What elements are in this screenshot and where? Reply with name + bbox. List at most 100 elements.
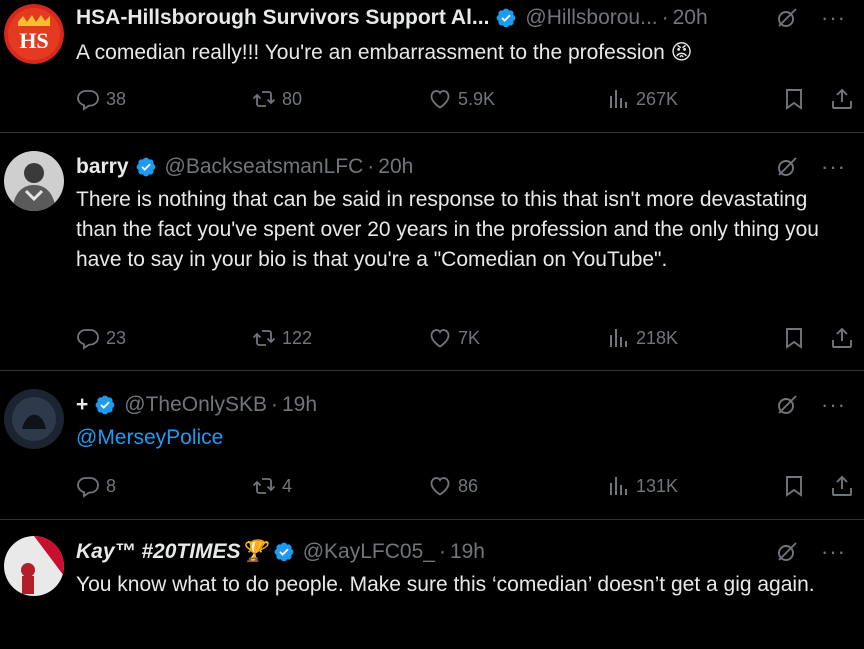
like-count: 5.9K [458, 88, 496, 109]
retweet-count: 80 [282, 88, 303, 109]
like-count: 86 [458, 475, 479, 496]
share-button[interactable] [830, 87, 860, 111]
tweet-header: HSA-Hillsborough Survivors Support Al...… [76, 0, 774, 36]
more-icon[interactable]: ··· [821, 394, 846, 416]
reply-count: 38 [106, 88, 127, 109]
reply-icon [76, 326, 100, 350]
like-icon [428, 474, 452, 498]
retweet-icon [252, 87, 276, 111]
retweet-count: 122 [282, 327, 313, 348]
reply-count: 8 [106, 475, 117, 496]
tweet-top-actions: ··· [775, 393, 846, 417]
views-count: 267K [636, 88, 679, 109]
bookmark-button[interactable] [782, 87, 812, 111]
author-name[interactable]: + [76, 393, 88, 417]
author-name[interactable]: HSA-Hillsborough Survivors Support Al... [76, 6, 489, 30]
tweet-top-actions: ··· [775, 540, 846, 564]
retweet-button[interactable]: 4 [252, 474, 292, 498]
share-button[interactable] [830, 326, 860, 350]
like-count: 7K [458, 327, 481, 348]
tweet-top-actions: ··· [775, 6, 846, 30]
like-button[interactable]: 5.9K [428, 87, 495, 111]
separator-dot: · [270, 393, 278, 416]
author-handle[interactable]: @TheOnlySKB [124, 393, 267, 417]
author-name[interactable]: barry [76, 155, 129, 179]
tweet-header: + @TheOnlySKB · 19h [76, 387, 774, 423]
more-icon[interactable]: ··· [821, 156, 846, 178]
bookmark-button[interactable] [782, 326, 812, 350]
reply-button[interactable]: 8 [76, 474, 116, 498]
tweet-4[interactable]: Kay™ #20TIMES🏆 @KayLFC05_ · 19h ··· You … [0, 520, 864, 649]
separator-dot: · [438, 540, 446, 563]
action-bar: 38 80 5.9K 267K [76, 84, 864, 114]
verified-badge-icon [94, 394, 116, 416]
grok-icon[interactable] [775, 6, 799, 30]
reply-count: 23 [106, 327, 127, 348]
author-handle[interactable]: @Hillsborou... [525, 6, 657, 30]
avatar[interactable] [4, 389, 64, 449]
share-icon [830, 326, 854, 350]
tweet-1[interactable]: HS HSA-Hillsborough Survivors Support Al… [0, 0, 864, 133]
avatar[interactable] [4, 151, 64, 211]
views-icon [606, 326, 630, 350]
bookmark-icon [782, 474, 806, 498]
avatar-photo-icon [4, 151, 64, 211]
verified-badge-icon [135, 156, 157, 178]
svg-text:HS: HS [19, 28, 48, 53]
tweet-2[interactable]: barry @BackseatsmanLFC · 20h ··· There i… [0, 133, 864, 371]
avatar[interactable] [4, 536, 64, 596]
author-handle[interactable]: @BackseatsmanLFC [165, 155, 364, 179]
grok-icon[interactable] [775, 155, 799, 179]
views-button[interactable]: 131K [606, 474, 678, 498]
bookmark-icon [782, 87, 806, 111]
timestamp[interactable]: 19h [282, 393, 317, 417]
reply-icon [76, 474, 100, 498]
share-icon [830, 87, 854, 111]
grok-icon[interactable] [775, 393, 799, 417]
avatar-photo-icon [4, 536, 64, 596]
like-icon [428, 87, 452, 111]
retweet-button[interactable]: 80 [252, 87, 302, 111]
more-icon[interactable]: ··· [821, 541, 846, 563]
timestamp[interactable]: 20h [378, 155, 413, 179]
tweet-text: A comedian really!!! You're an embarrass… [76, 41, 693, 64]
views-button[interactable]: 218K [606, 326, 678, 350]
reply-button[interactable]: 23 [76, 326, 126, 350]
action-bar: 8 4 86 131K [76, 471, 864, 501]
bookmark-button[interactable] [782, 474, 812, 498]
retweet-count: 4 [282, 475, 293, 496]
author-handle[interactable]: @KayLFC05_ [303, 540, 435, 564]
tweet-text: You know what to do people. Make sure th… [76, 573, 815, 596]
grok-icon[interactable] [775, 540, 799, 564]
verified-badge-icon [273, 541, 295, 563]
avatar-photo-icon [4, 389, 64, 449]
like-button[interactable]: 86 [428, 474, 478, 498]
author-name[interactable]: Kay™ #20TIMES🏆 [76, 540, 267, 564]
retweet-button[interactable]: 122 [252, 326, 312, 350]
reply-button[interactable]: 38 [76, 87, 126, 111]
share-button[interactable] [830, 474, 860, 498]
verified-badge-icon [495, 7, 517, 29]
separator-dot: · [367, 155, 375, 178]
avatar[interactable]: HS [4, 4, 64, 64]
action-bar: 23 122 7K 218K [76, 323, 864, 353]
tweet-header: Kay™ #20TIMES🏆 @KayLFC05_ · 19h [76, 534, 774, 570]
views-button[interactable]: 267K [606, 87, 678, 111]
mention-link[interactable]: @MerseyPolice [76, 426, 223, 449]
views-icon [606, 87, 630, 111]
tweet-text: There is nothing that can be said in res… [76, 188, 819, 271]
tweet-3[interactable]: + @TheOnlySKB · 19h ··· @MerseyPolice 8 … [0, 371, 864, 520]
like-button[interactable]: 7K [428, 326, 480, 350]
tweet-text: @MerseyPolice [76, 423, 844, 453]
retweet-icon [252, 326, 276, 350]
share-icon [830, 474, 854, 498]
views-count: 218K [636, 327, 679, 348]
more-icon[interactable]: ··· [821, 7, 846, 29]
tweet-top-actions: ··· [775, 155, 846, 179]
retweet-icon [252, 474, 276, 498]
like-icon [428, 326, 452, 350]
timestamp[interactable]: 19h [450, 540, 485, 564]
tweet-header: barry @BackseatsmanLFC · 20h [76, 149, 774, 185]
bookmark-icon [782, 326, 806, 350]
timestamp[interactable]: 20h [673, 6, 708, 30]
